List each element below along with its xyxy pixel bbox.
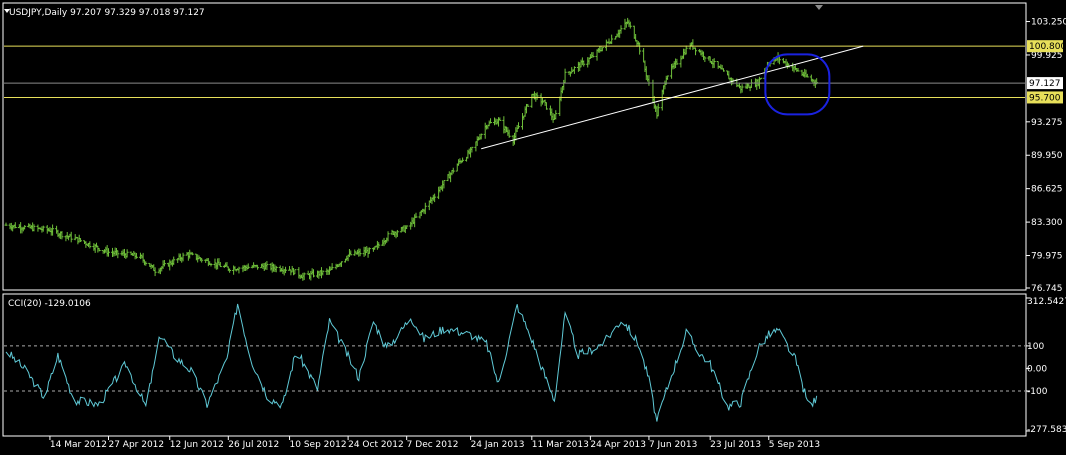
price-tick-label: 103.250 <box>1031 18 1066 28</box>
price-tag: 100.800 <box>1027 40 1066 53</box>
time-tick-label: 12 Jun 2012 <box>170 440 224 450</box>
price-tick-label: 83.300 <box>1031 218 1063 228</box>
price-tag: 95.700 <box>1027 91 1063 104</box>
price-tick-label: 76.745 <box>1031 284 1063 294</box>
time-tick-label: 26 Jul 2012 <box>228 440 279 450</box>
price-tick-label: 89.950 <box>1031 151 1063 161</box>
cci-header: CCI(20) -129.0106 <box>8 299 91 309</box>
cci-tick-label: -277.583 <box>1027 425 1066 435</box>
time-tick-label: 24 Jan 2013 <box>471 440 525 450</box>
time-tick-label: 7 Dec 2012 <box>407 440 459 450</box>
time-tick-label: 24 Oct 2012 <box>348 440 404 450</box>
chart-background <box>0 0 1066 455</box>
cci-tick-label: -100 <box>1027 387 1048 397</box>
price-tick-label: 79.975 <box>1031 252 1063 262</box>
trading-chart[interactable]: 103.250 99.925 93.275 89.950 86.625 83.300 79.… <box>0 0 1066 455</box>
price-tag-label: 95.700 <box>1029 93 1061 103</box>
cci-tick-label: 100 <box>1027 342 1044 352</box>
symbol-header: USDJPY,Daily 97.207 97.329 97.018 97.127 <box>9 8 205 18</box>
time-tick-label: 27 Apr 2012 <box>108 440 164 450</box>
price-tag-label: 97.127 <box>1029 79 1061 89</box>
time-tick-label: 7 Jun 2013 <box>649 440 697 450</box>
time-tick-label: 24 Apr 2013 <box>590 440 646 450</box>
time-tick-label: 11 Mar 2013 <box>532 440 589 450</box>
price-tag-label: 100.800 <box>1029 42 1066 52</box>
cci-tick-label: 0.00 <box>1027 364 1047 374</box>
price-tick-label: 86.625 <box>1031 185 1063 195</box>
price-tick-label: 93.275 <box>1031 118 1063 128</box>
time-tick-label: 5 Sep 2013 <box>769 440 820 450</box>
price-axis: 103.250 99.925 93.275 89.950 86.625 83.300 79.… <box>1026 18 1066 294</box>
price-tick-label: 99.925 <box>1031 51 1063 61</box>
time-tick-label: 10 Sep 2012 <box>290 440 347 450</box>
time-tick-label: 23 Jul 2013 <box>710 440 761 450</box>
cci-tick-label: 312.5427 <box>1027 297 1066 307</box>
price-tag: 97.127 <box>1027 77 1063 90</box>
time-tick-label: 14 Mar 2012 <box>50 440 107 450</box>
